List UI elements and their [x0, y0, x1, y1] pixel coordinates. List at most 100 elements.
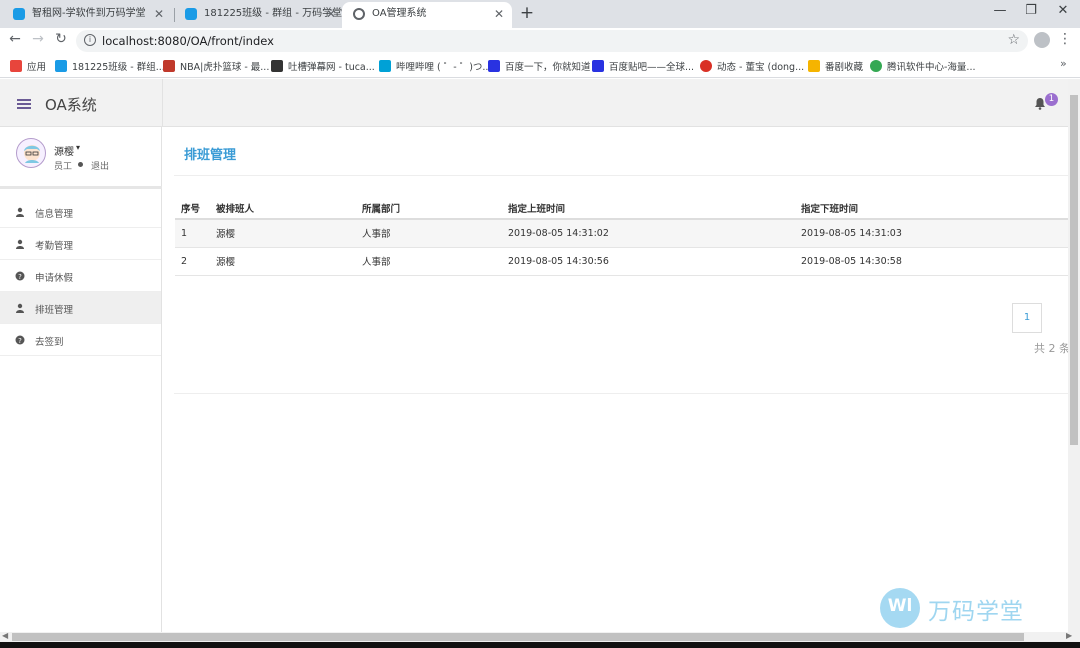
browser-toolbar: ← → ↻ i localhost:8080/OA/front/index ☆ … [0, 28, 1080, 54]
table-cell: 1 [181, 227, 188, 239]
bookmark-label: 181225班级 - 群组... [72, 62, 165, 73]
watermark-logo-icon: Wl [880, 588, 920, 628]
bookmark-item[interactable]: 哔哩哔哩 ( ゜- ゜)つ... [379, 59, 491, 73]
column-header: 所属部门 [356, 197, 502, 220]
bookmark-label: 动态 - 董宝 (dong... [717, 62, 805, 73]
os-taskbar [0, 642, 1080, 648]
bookmark-favicon-icon [163, 60, 175, 72]
favicon-icon [13, 8, 25, 20]
sidebar-item-checkin[interactable]: ? 去签到 [0, 324, 161, 356]
sidebar-item-label: 考勤管理 [35, 241, 74, 252]
table-cell: 源樱 [216, 229, 236, 241]
bookmark-item[interactable]: 动态 - 董宝 (dong... [700, 59, 804, 73]
bookmark-label: 番剧收藏 [825, 62, 864, 73]
back-arrow-icon[interactable]: ← [5, 31, 25, 47]
user-icon [16, 239, 24, 249]
notification-badge[interactable]: 1 [1045, 93, 1058, 106]
scrollbar-thumb[interactable] [1070, 95, 1078, 445]
avatar[interactable] [16, 138, 46, 168]
sidebar-item-info[interactable]: 信息管理 [0, 196, 161, 228]
page-title: 排班管理 [184, 148, 237, 163]
table-header-row: 序号 被排班人 所属部门 指定上班时间 指定下班时间 [175, 197, 1068, 220]
scroll-right-icon[interactable]: ▶ [1066, 631, 1072, 640]
forward-arrow-icon[interactable]: → [28, 31, 48, 47]
logout-link[interactable]: 退出 [91, 159, 109, 172]
vertical-scrollbar[interactable] [1068, 79, 1080, 632]
table-row[interactable]: 1 源樱 人事部 2019-08-05 14:31:02 2019-08-05 … [175, 219, 1068, 247]
sidebar-item-attendance[interactable]: 考勤管理 [0, 228, 161, 260]
browser-tab-3-active[interactable]: OA管理系统 ✕ [342, 2, 512, 28]
status-dot-icon [78, 162, 83, 167]
bookmark-favicon-icon [808, 60, 820, 72]
table-row[interactable]: 2 源樱 人事部 2019-08-05 14:30:56 2019-08-05 … [175, 247, 1068, 275]
sidebar-nav: 信息管理 考勤管理 ? 申请休假 排班管理 ? 去签到 [0, 196, 161, 356]
caret-down-icon[interactable]: ▾ [76, 143, 80, 152]
user-name[interactable]: 源樱 [54, 143, 74, 158]
close-window-button[interactable]: ✕ [1050, 3, 1076, 18]
bookmark-item[interactable]: 番剧收藏 [808, 59, 863, 73]
url-text[interactable]: localhost:8080/OA/front/index [102, 34, 274, 48]
watermark-logo-text: Wl [887, 596, 913, 616]
bookmark-item[interactable]: 腾讯软件中心-海量... [870, 59, 976, 73]
pagination-page-button[interactable]: 1 [1012, 303, 1042, 333]
bookmark-item[interactable]: NBA|虎扑篮球 - 最... [163, 59, 269, 73]
address-bar[interactable]: i localhost:8080/OA/front/index ☆ [76, 30, 1028, 52]
horizontal-scrollbar[interactable]: ◀ ▶ [0, 631, 1080, 642]
sidebar-item-scheduling[interactable]: 排班管理 [0, 292, 161, 324]
browser-tab-2[interactable]: 181225班级 - 群组 - 万码学堂 - ✕ [174, 2, 344, 28]
schedule-table: 序号 被排班人 所属部门 指定上班时间 指定下班时间 1 源樱 人事部 2019… [175, 197, 1068, 276]
divider [174, 175, 1068, 176]
browser-tab-1[interactable]: 智租网-学软件到万码学堂 ✕ [2, 2, 172, 28]
bookmark-item[interactable]: 181225班级 - 群组... [55, 59, 165, 73]
user-icon [16, 303, 24, 313]
total-count: 共 2 条 [1034, 342, 1070, 355]
table-cell: 2019-08-05 14:30:58 [801, 255, 902, 267]
bookmark-favicon-icon [55, 60, 67, 72]
bookmark-favicon-icon [592, 60, 604, 72]
bookmark-item[interactable]: 吐槽弹幕网 - tuca... [271, 59, 375, 73]
bookmark-favicon-icon [700, 60, 712, 72]
tab-title: OA管理系统 [372, 8, 427, 19]
bookmark-favicon-icon [271, 60, 283, 72]
sidebar-item-label: 去签到 [35, 337, 64, 348]
close-tab-icon[interactable]: ✕ [494, 2, 504, 26]
app-header: OA系统 1 [0, 79, 1068, 127]
bookmark-apps[interactable]: 应用 [10, 59, 46, 73]
sidebar: 源樱 ▾ 员工 退出 信息管理 考勤管理 ? 申请休假 排班管理 ? 去签到 [0, 127, 162, 632]
bookmark-favicon-icon [870, 60, 882, 72]
table-cell: 源樱 [216, 257, 236, 268]
bookmark-label: 吐槽弹幕网 - tuca... [288, 62, 375, 73]
table-cell: 人事部 [362, 257, 391, 268]
header-divider [162, 79, 163, 127]
bookmarks-overflow-button[interactable]: » [1060, 57, 1067, 70]
info-icon[interactable]: i [84, 34, 96, 46]
user-icon [16, 207, 24, 217]
user-profile: 源樱 ▾ 员工 退出 [0, 127, 162, 189]
profile-avatar-icon[interactable] [1034, 32, 1050, 48]
tab-title: 智租网-学软件到万码学堂 [32, 8, 146, 19]
bookmark-item[interactable]: 百度一下，你就知道 [488, 59, 591, 73]
column-header: 序号 [175, 197, 210, 220]
hamburger-menu-icon[interactable] [17, 99, 31, 109]
new-tab-button[interactable]: + [516, 3, 538, 23]
scrollbar-thumb[interactable] [12, 633, 1024, 641]
watermark-text: 万码学堂 [928, 599, 1024, 625]
reload-icon[interactable]: ↻ [51, 31, 71, 47]
apps-grid-icon [10, 60, 22, 72]
globe-icon [353, 8, 365, 20]
column-header: 指定下班时间 [795, 197, 1068, 220]
bookmark-item[interactable]: 百度贴吧——全球... [592, 59, 694, 73]
close-tab-icon[interactable]: ✕ [326, 2, 336, 26]
close-tab-icon[interactable]: ✕ [154, 2, 164, 26]
kebab-menu-icon[interactable]: ⋮ [1058, 31, 1072, 47]
minimize-button[interactable]: — [987, 3, 1013, 18]
maximize-button[interactable]: ❐ [1018, 3, 1044, 18]
oa-app: OA系统 1 源樱 ▾ 员工 退出 信息管理 考勤管理 ? 申请休假 排班管理 … [0, 79, 1070, 632]
bookmark-label: 腾讯软件中心-海量... [887, 62, 976, 73]
column-header: 指定上班时间 [502, 197, 795, 220]
scroll-left-icon[interactable]: ◀ [2, 631, 8, 640]
bookmark-star-icon[interactable]: ☆ [1007, 32, 1020, 48]
table-cell: 2019-08-05 14:30:56 [508, 255, 609, 267]
bookmark-favicon-icon [488, 60, 500, 72]
sidebar-item-leave[interactable]: ? 申请休假 [0, 260, 161, 292]
